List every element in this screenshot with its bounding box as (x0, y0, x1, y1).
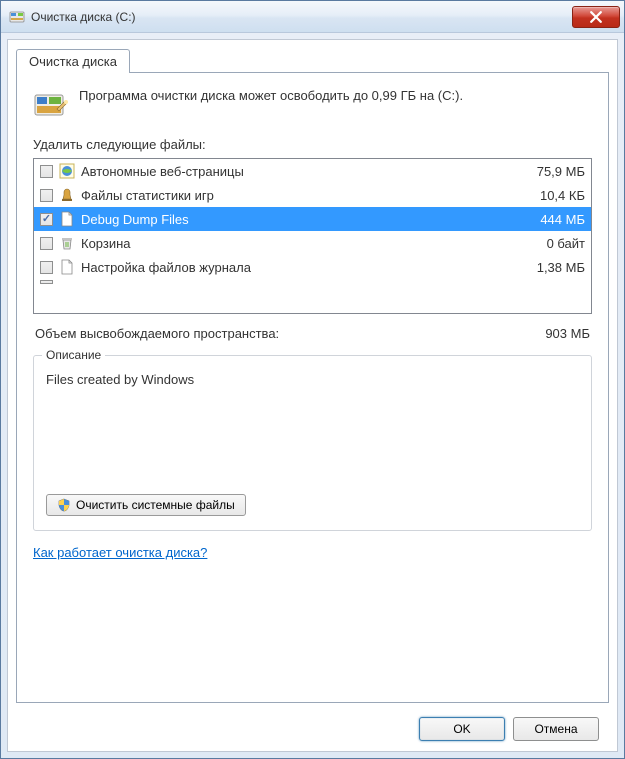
checkbox[interactable] (40, 189, 53, 202)
shield-icon (57, 498, 71, 512)
description-group: Описание Files created by Windows Очисти… (33, 355, 592, 531)
list-item[interactable]: Файлы статистики игр 10,4 КБ (34, 183, 591, 207)
checkbox[interactable] (40, 165, 53, 178)
total-value: 903 МБ (545, 326, 590, 341)
dialog-footer: OK Отмена (16, 707, 609, 741)
tabs: Очистка диска (16, 48, 609, 72)
description-text: Files created by Windows (46, 372, 579, 482)
checkbox[interactable] (40, 237, 53, 250)
titlebar[interactable]: Очистка диска (C:) (1, 1, 624, 33)
ok-button[interactable]: OK (419, 717, 505, 741)
file-size: 444 МБ (515, 212, 585, 227)
list-item[interactable]: Автономные веб-страницы 75,9 МБ (34, 159, 591, 183)
recycle-icon (59, 235, 75, 251)
list-item[interactable]: Настройка файлов журнала 1,38 МБ (34, 255, 591, 279)
globe-icon (59, 163, 75, 179)
cancel-button[interactable]: Отмена (513, 717, 599, 741)
file-size: 10,4 КБ (515, 188, 585, 203)
checkbox[interactable] (40, 213, 53, 226)
list-label: Удалить следующие файлы: (33, 137, 592, 152)
clean-system-files-button[interactable]: Очистить системные файлы (46, 494, 246, 516)
dialog-window: Очистка диска (C:) Очистка диска (0, 0, 625, 759)
total-row: Объем высвобождаемого пространства: 903 … (33, 326, 592, 341)
file-list[interactable]: Автономные веб-страницы 75,9 МБ Файлы ст… (33, 158, 592, 314)
checkbox[interactable] (40, 280, 53, 284)
list-item-partial[interactable] (34, 279, 591, 285)
intro-section: Программа очистки диска может освободить… (33, 87, 592, 123)
close-button[interactable] (572, 6, 620, 28)
tab-cleanup[interactable]: Очистка диска (16, 49, 130, 73)
window-title: Очистка диска (C:) (31, 10, 572, 24)
intro-text: Программа очистки диска может освободить… (79, 87, 463, 105)
checkbox[interactable] (40, 261, 53, 274)
group-label: Описание (42, 348, 105, 362)
disk-cleanup-icon (9, 9, 25, 25)
help-link[interactable]: Как работает очистка диска? (33, 545, 592, 560)
list-item[interactable]: Debug Dump Files 444 МБ (34, 207, 591, 231)
file-size: 75,9 МБ (515, 164, 585, 179)
file-name: Автономные веб-страницы (81, 164, 509, 179)
file-name: Настройка файлов журнала (81, 260, 509, 275)
chess-icon (59, 187, 75, 203)
list-item[interactable]: Корзина 0 байт (34, 231, 591, 255)
button-label: Очистить системные файлы (76, 498, 235, 512)
disk-cleanup-large-icon (33, 87, 69, 123)
file-name: Файлы статистики игр (81, 188, 509, 203)
file-size: 1,38 МБ (515, 260, 585, 275)
tab-content: Программа очистки диска может освободить… (16, 72, 609, 703)
file-name: Debug Dump Files (81, 212, 509, 227)
client-area: Очистка диска Программа очистки диска мо… (7, 39, 618, 752)
file-icon (59, 211, 75, 227)
file-icon (59, 259, 75, 275)
file-size: 0 байт (515, 236, 585, 251)
total-label: Объем высвобождаемого пространства: (35, 326, 279, 341)
file-name: Корзина (81, 236, 509, 251)
